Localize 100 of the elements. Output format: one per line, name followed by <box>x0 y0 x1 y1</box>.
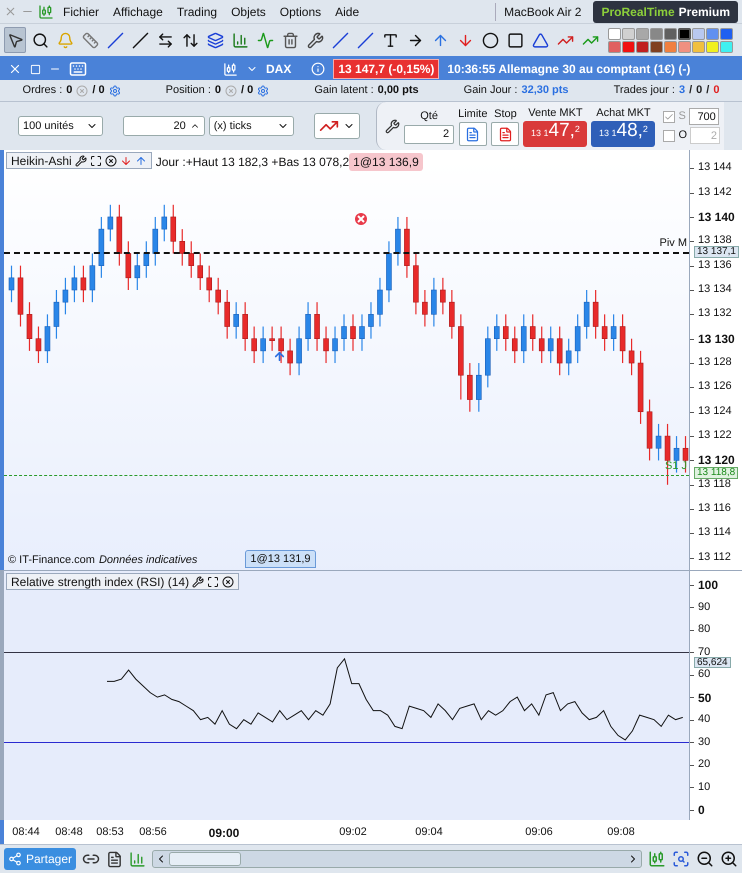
sell-market-button[interactable]: 13 147,$^{2}$ <box>523 121 588 148</box>
s-value-field[interactable]: 700 <box>688 108 719 125</box>
time-axis-label: 09:04 <box>415 825 443 840</box>
time-axis-label: 09:06 <box>525 825 553 840</box>
color-swatch[interactable] <box>608 40 621 52</box>
time-axis-label: 08:53 <box>96 825 124 840</box>
close-icon[interactable] <box>104 154 117 166</box>
zoom-fit-icon[interactable] <box>672 850 690 868</box>
o-checkbox[interactable] <box>663 130 676 142</box>
tick-mark <box>690 241 694 242</box>
menu-item[interactable]: Affichage <box>108 2 168 20</box>
keyboard-icon[interactable] <box>69 60 87 78</box>
color-swatch[interactable] <box>636 28 649 40</box>
color-swatch[interactable] <box>720 28 733 40</box>
trades-value: 3 <box>678 83 686 98</box>
color-swatch[interactable] <box>608 28 621 40</box>
color-swatch[interactable] <box>664 28 677 40</box>
candlestick <box>260 326 266 364</box>
candlestick <box>197 252 204 291</box>
check-icon <box>664 112 674 122</box>
menu-item[interactable]: Options <box>274 2 326 20</box>
instrument-name[interactable]: DAX <box>266 60 292 78</box>
tick-mark <box>690 363 694 364</box>
position-tag: 1@13 136,9 <box>349 153 423 171</box>
color-swatch[interactable] <box>692 28 705 40</box>
price-axis-label: 13 120 <box>698 454 735 466</box>
close-icon[interactable] <box>222 576 234 588</box>
arrow-down-icon[interactable] <box>120 154 132 166</box>
candlestick-icon[interactable] <box>223 62 238 76</box>
qty-field[interactable]: 2 <box>404 124 454 144</box>
vertical-double-arrow-icon <box>182 32 198 48</box>
tick-mark <box>690 216 694 218</box>
window-icon[interactable] <box>207 576 220 588</box>
tick-mark <box>690 436 694 438</box>
price-axis-label: 13 136 <box>698 260 732 271</box>
candlestick <box>233 302 239 340</box>
info-icon[interactable] <box>311 62 326 76</box>
menu-item[interactable]: Aide <box>330 2 364 20</box>
candlestick <box>215 277 221 315</box>
color-swatch[interactable] <box>650 28 663 40</box>
color-swatch[interactable] <box>622 40 635 52</box>
color-swatch[interactable] <box>678 40 691 52</box>
color-swatch[interactable] <box>678 28 691 40</box>
color-swatch[interactable] <box>622 28 635 40</box>
report-icon[interactable] <box>106 850 124 868</box>
arrow-up-icon[interactable] <box>134 154 147 166</box>
rsi-axis-label: 60 <box>698 669 710 680</box>
price-axis-label: 13 138 <box>698 235 732 246</box>
settings-icon[interactable] <box>385 118 400 134</box>
ticks-unit-dropdown[interactable]: (x) ticks <box>208 116 294 136</box>
entry-tag: 1@13 131,9 <box>245 550 316 568</box>
candlestick <box>108 204 114 242</box>
color-swatch[interactable] <box>706 40 719 52</box>
orders-count: 0 <box>66 83 72 98</box>
settings-icon[interactable] <box>192 576 204 588</box>
tick-mark <box>690 607 694 608</box>
color-swatch[interactable] <box>692 40 705 52</box>
day-gain-value: 32,30 pts <box>521 83 569 98</box>
tick-mark <box>690 168 694 170</box>
rsi-axis-label: 100 <box>698 579 718 591</box>
device-name: MacBook Air 2 <box>495 2 582 20</box>
color-swatch[interactable] <box>650 40 663 52</box>
color-swatch[interactable] <box>720 40 733 52</box>
menu-item[interactable]: Fichier <box>58 2 104 20</box>
buy-market-button[interactable]: 13 148,$^{2}$ <box>591 121 656 148</box>
limit-order-button[interactable] <box>458 122 487 146</box>
tick-mark <box>690 742 694 744</box>
zoom-out-icon[interactable] <box>696 850 714 868</box>
diagonal-line-icon <box>132 32 148 48</box>
tool-button[interactable] <box>4 27 26 53</box>
scroll-thumb[interactable] <box>169 852 242 866</box>
settings-icon[interactable] <box>74 154 87 166</box>
ellipse-icon <box>482 32 498 48</box>
tick-mark <box>690 192 694 194</box>
rsi-axis-label: 30 <box>698 736 710 748</box>
window-icon[interactable] <box>90 154 102 166</box>
stop-order-button[interactable] <box>491 122 520 146</box>
maximize-icon[interactable] <box>30 64 41 74</box>
color-swatch[interactable] <box>636 40 649 52</box>
horizontal-scrollbar[interactable] <box>152 850 642 868</box>
color-swatch[interactable] <box>706 28 719 40</box>
s-checkbox[interactable] <box>663 110 676 122</box>
order-form-icon <box>465 126 480 142</box>
menu-item[interactable]: Trading <box>172 2 222 20</box>
menu-item[interactable]: Objets <box>226 2 271 20</box>
indicator-dropdown[interactable] <box>314 113 360 139</box>
color-swatch[interactable] <box>664 40 677 52</box>
cross-marker-icon <box>355 213 367 225</box>
gears-icon[interactable] <box>257 84 270 96</box>
disclaimer-text: Données indicatives <box>98 552 198 568</box>
units-dropdown[interactable]: 100 unités <box>18 116 104 136</box>
tick-mark <box>690 558 694 559</box>
qty-label: Qté <box>420 109 438 124</box>
tick-mark <box>690 764 694 766</box>
cursor-icon <box>6 32 24 48</box>
candlestick <box>80 265 86 303</box>
share-icon <box>8 852 22 866</box>
gears-icon[interactable] <box>108 84 121 96</box>
ticks-spinner[interactable]: 20 <box>123 116 205 136</box>
zoom-in-icon[interactable] <box>720 850 738 868</box>
